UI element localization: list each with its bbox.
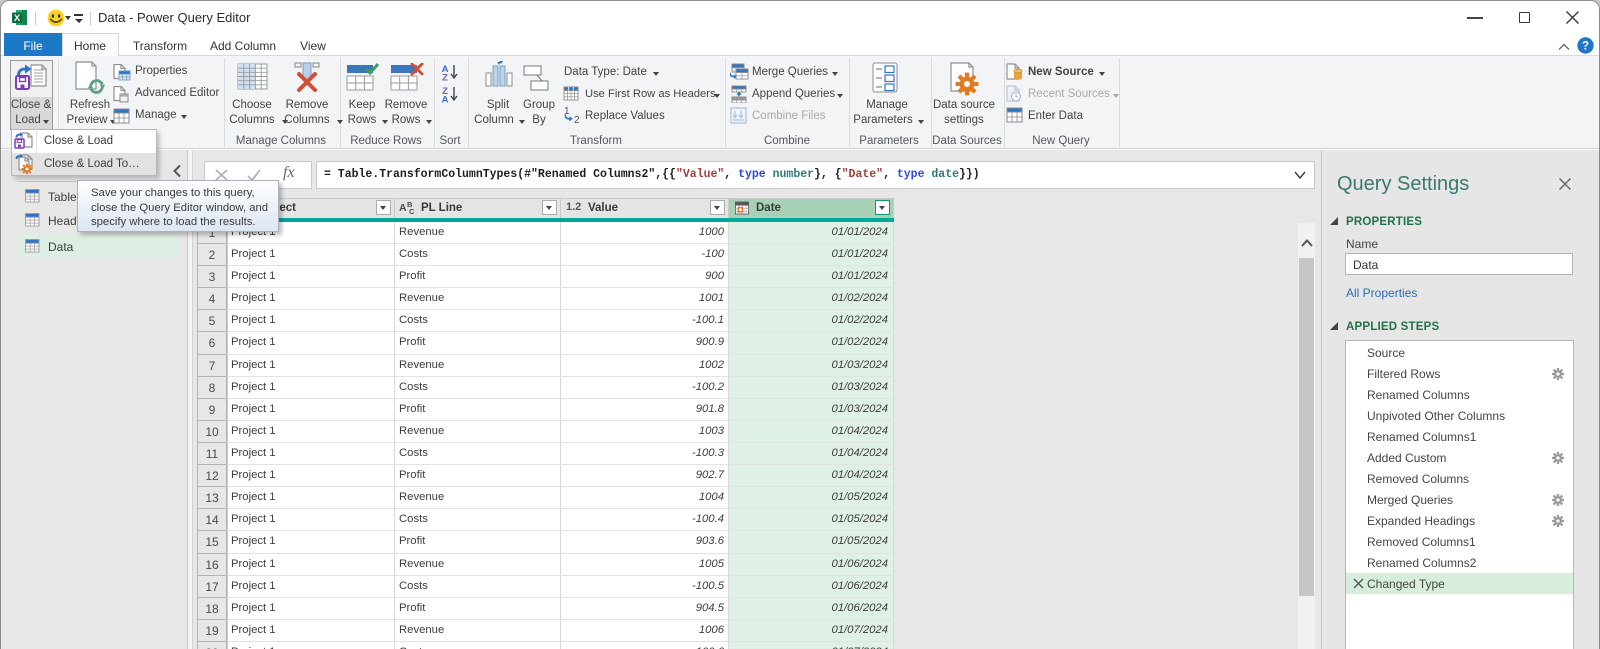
svg-text:?: ? — [1582, 41, 1589, 53]
svg-text:2: 2 — [574, 115, 580, 125]
svg-text:X: X — [14, 13, 21, 24]
svg-text:Z: Z — [442, 73, 448, 84]
